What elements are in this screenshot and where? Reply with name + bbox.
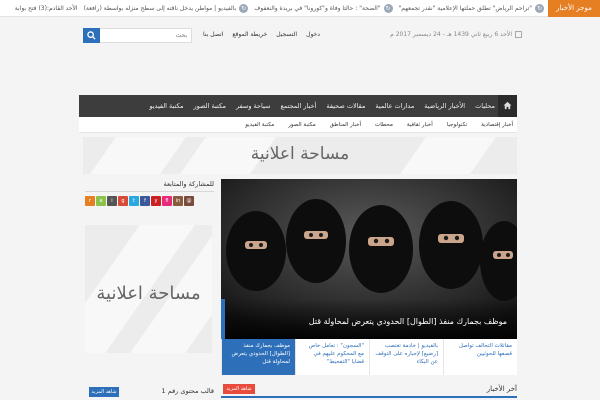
sidebar-title: للمشاركة والمتابعة — [85, 180, 214, 192]
ticker-item[interactable]: الأحد القادم:(3) فتح بوابة — [15, 0, 78, 17]
subnav-item-photos[interactable]: مكتبة الصور — [288, 117, 315, 133]
calendar-icon — [515, 31, 522, 38]
top-link-contact[interactable]: اتصل بنا — [203, 31, 223, 38]
ticker-item-text[interactable]: بالفيديو | مواطن يدخل ناقته إلى سطح منزل… — [84, 0, 237, 17]
twitter-icon[interactable]: t — [129, 196, 139, 206]
facebook-icon[interactable]: f — [140, 196, 150, 206]
email-icon[interactable]: @ — [184, 196, 194, 206]
search-box — [83, 28, 192, 43]
main-nav: محليات الأخبار الرياضية مدارات عالمية مق… — [79, 95, 517, 117]
nav-item-articles[interactable]: مقالات صحيفة — [326, 95, 365, 117]
sub-nav: أخبار إقتصادية تكنولوجيا أخبار ثقافية مح… — [79, 117, 517, 133]
featured-caption[interactable]: موظف بجمارك منفذ [الطوال] الحدودي يتعرض … — [231, 317, 507, 326]
search-input[interactable] — [98, 29, 191, 42]
banner-ad[interactable]: مساحة اعلانية — [83, 137, 517, 174]
subnav-item-tech[interactable]: تكنولوجيا — [447, 117, 467, 133]
slider-thumb[interactable]: مقاتلات التحالف تواصل قصفها للحوثيين — [443, 339, 517, 375]
rss-icon[interactable]: r — [85, 196, 95, 206]
latest-more-button[interactable]: شاهد المزيد — [223, 384, 255, 394]
slider-thumb[interactable]: بالفيديو | خادمة تغتصب [رضيع] لإجباره عل… — [369, 339, 443, 375]
ticker-item-text[interactable]: الأحد القادم:(3) فتح بوابة — [15, 0, 78, 17]
news-ticker: موجز الأخبار ↻ "تراحم الرياض" تطلق حملته… — [0, 0, 600, 17]
nav-item-society[interactable]: أخبار المجتمع — [280, 95, 316, 117]
featured-slider[interactable]: موظف بجمارك منفذ [الطوال] الحدودي يتعرض … — [221, 179, 517, 339]
nav-item-travel[interactable]: سياحة وسفر — [236, 95, 270, 117]
refresh-icon: ↻ — [239, 4, 249, 13]
sub-nav-items: أخبار إقتصادية تكنولوجيا أخبار ثقافية مح… — [245, 117, 513, 133]
home-icon — [503, 101, 512, 110]
sidebar-ad[interactable]: مساحة اعلانية — [85, 225, 212, 353]
nav-item-photos[interactable]: مكتبة الصور — [194, 95, 226, 117]
search-button[interactable] — [83, 28, 100, 43]
ticker-items: ↻ "تراحم الرياض" تطلق حملتها الإعلامية "… — [0, 0, 544, 17]
subnav-item-culture[interactable]: أخبار ثقافية — [407, 117, 433, 133]
ticker-item-text[interactable]: "الصحة" : حالتا وفاة و"كورونا" في بريدة … — [254, 0, 380, 17]
latest-news-title: آخر الأخبار — [486, 385, 517, 393]
caption-accent — [221, 299, 225, 339]
search-icon — [87, 31, 96, 40]
slider-thumb[interactable]: موظف بجمارك منفذ [الطوال] الحدودي يتعرض … — [221, 339, 295, 375]
sidebar-ad-text: مساحة اعلانية — [96, 283, 201, 304]
top-link-sitemap[interactable]: خريطة الموقع — [232, 31, 267, 38]
subnav-item-videos[interactable]: مكتبة الفيديو — [245, 117, 274, 133]
banner-ad-text: مساحة اعلانية — [250, 144, 350, 164]
top-links: دخول التسجيل خريطة الموقع اتصل بنا — [203, 31, 320, 38]
nav-item-sports[interactable]: الأخبار الرياضية — [424, 95, 465, 117]
main-nav-items: محليات الأخبار الرياضية مدارات عالمية مق… — [149, 95, 495, 117]
nav-item-local[interactable]: محليات — [475, 95, 495, 117]
latest-news-header: آخر الأخبار شاهد المزيد — [221, 384, 517, 398]
subnav-item-stations[interactable]: محطات — [375, 117, 393, 133]
date-line: الأحد 6 ربيع ثاني 1439 هـ - 24 ديسمبر 20… — [390, 31, 522, 38]
ticker-label: موجز الأخبار — [548, 0, 600, 17]
flickr-icon[interactable]: fl — [162, 196, 172, 206]
date-text: الأحد 6 ربيع ثاني 1439 هـ - 24 ديسمبر 20… — [390, 31, 512, 38]
top-link-register[interactable]: التسجيل — [276, 31, 297, 38]
nav-home-button[interactable] — [498, 95, 517, 117]
subnav-item-economy[interactable]: أخبار إقتصادية — [481, 117, 513, 133]
social-icons: r a i g t f y fl in @ — [85, 196, 214, 208]
android-icon[interactable]: a — [96, 196, 106, 206]
refresh-icon: ↻ — [535, 4, 544, 13]
ticker-item[interactable]: ↻ "تراحم الرياض" تطلق حملتها الإعلامية "… — [399, 0, 544, 17]
subnav-item-regions[interactable]: أخبار المناطق — [330, 117, 361, 133]
instagram-icon[interactable]: in — [173, 196, 183, 206]
page: موجز الأخبار ↻ "تراحم الرياض" تطلق حملته… — [0, 0, 600, 400]
ticker-item[interactable]: ↻ بالفيديو | مواطن يدخل ناقته إلى سطح من… — [84, 0, 249, 17]
google-plus-icon[interactable]: g — [118, 196, 128, 206]
nav-item-world[interactable]: مدارات عالمية — [375, 95, 414, 117]
refresh-icon: ↻ — [383, 4, 393, 13]
ticker-item[interactable]: ↻ "الصحة" : حالتا وفاة و"كورونا" في بريد… — [254, 0, 393, 17]
ticker-item-text[interactable]: "تراحم الرياض" تطلق حملتها الإعلامية "نق… — [399, 0, 532, 17]
sidebar-block-title: قالب محتوى رقم 1 — [161, 387, 214, 395]
slider-thumbs: موظف بجمارك منفذ [الطوال] الحدودي يتعرض … — [221, 339, 517, 375]
top-link-login[interactable]: دخول — [306, 31, 320, 38]
apple-icon[interactable]: i — [107, 196, 117, 206]
slider-thumb[interactable]: "السجون" : تعامل خاص مع المحكوم عليهم في… — [295, 339, 369, 375]
youtube-icon[interactable]: y — [151, 196, 161, 206]
sidebar-more-button[interactable]: شاهد المزيد — [89, 387, 119, 397]
nav-item-videos[interactable]: مكتبة الفيديو — [149, 95, 183, 117]
